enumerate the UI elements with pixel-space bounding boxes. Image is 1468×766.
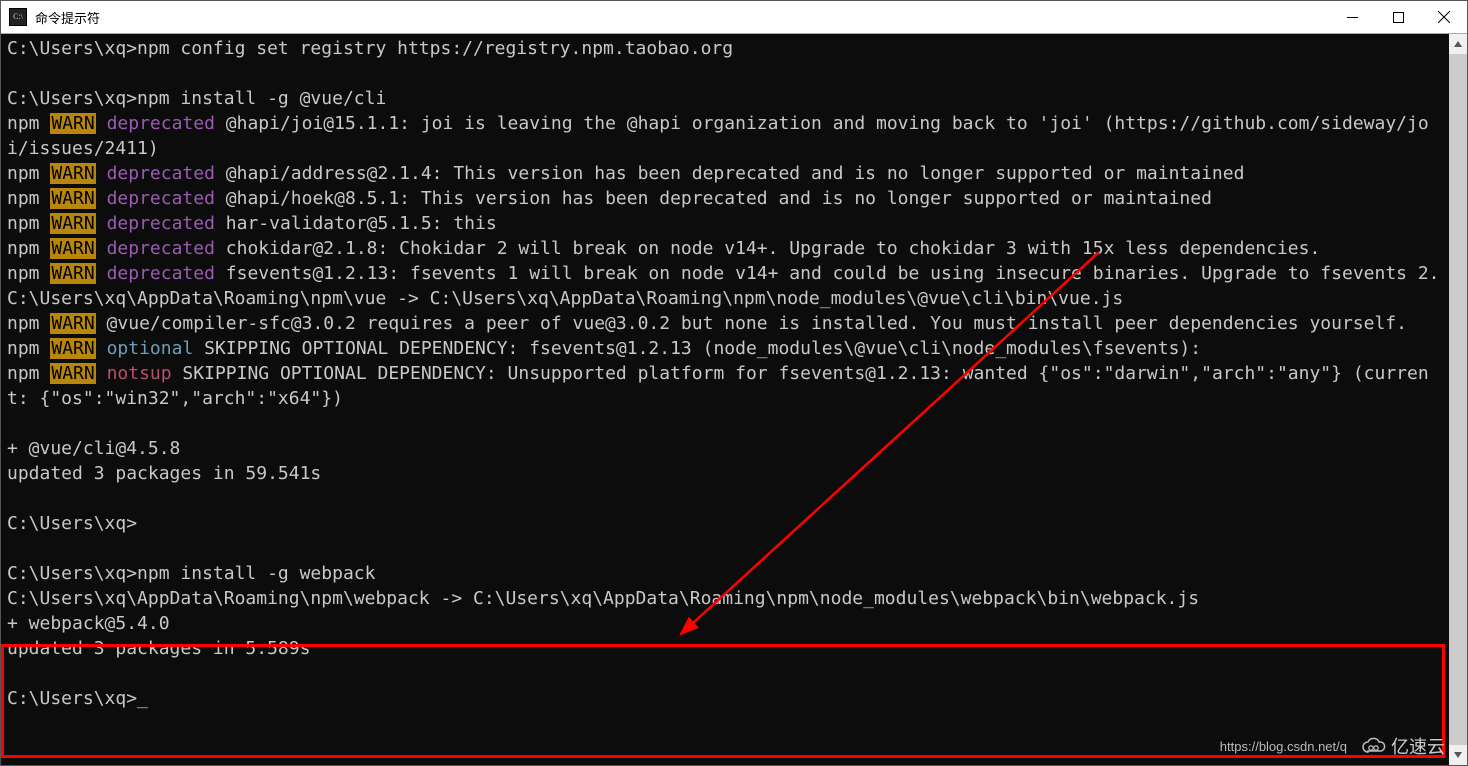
scroll-up-icon[interactable] [1449, 34, 1467, 54]
terminal-line: npm WARN optional SKIPPING OPTIONAL DEPE… [7, 336, 1445, 361]
terminal-line: updated 3 packages in 5.589s [7, 636, 1445, 661]
terminal-line: npm WARN deprecated har-validator@5.1.5:… [7, 211, 1445, 236]
terminal-line: updated 3 packages in 59.541s [7, 461, 1445, 486]
terminal-line: npm WARN deprecated chokidar@2.1.8: Chok… [7, 236, 1445, 261]
terminal-line: + webpack@5.4.0 [7, 611, 1445, 636]
terminal-area: C:\Users\xq>npm config set registry http… [1, 34, 1467, 765]
terminal-line: C:\Users\xq> [7, 511, 1445, 536]
terminal-line: C:\Users\xq\AppData\Roaming\npm\webpack … [7, 586, 1445, 611]
minimize-button[interactable] [1329, 1, 1375, 33]
terminal-line [7, 661, 1445, 686]
titlebar[interactable]: 命令提示符 [1, 1, 1467, 34]
terminal-line [7, 61, 1445, 86]
watermark-brand: 亿速云 [1361, 733, 1445, 759]
terminal-line: npm WARN deprecated @hapi/hoek@8.5.1: Th… [7, 186, 1445, 211]
maximize-button[interactable] [1375, 1, 1421, 33]
scroll-track[interactable] [1449, 54, 1467, 745]
cloud-icon [1361, 737, 1387, 755]
terminal-line: C:\Users\xq>_ [7, 686, 1445, 711]
terminal-line [7, 486, 1445, 511]
window-buttons [1329, 1, 1467, 33]
terminal-line [7, 536, 1445, 561]
scrollbar[interactable] [1449, 34, 1467, 765]
scroll-thumb[interactable] [1449, 54, 1467, 745]
terminal-line: C:\Users\xq>npm install -g @vue/cli [7, 86, 1445, 111]
terminal-line: npm WARN deprecated @hapi/joi@15.1.1: jo… [7, 111, 1445, 161]
scroll-down-icon[interactable] [1449, 745, 1467, 765]
watermark-url: https://blog.csdn.net/q [1220, 739, 1347, 754]
terminal-line: npm WARN @vue/compiler-sfc@3.0.2 require… [7, 311, 1445, 336]
terminal-line [7, 411, 1445, 436]
app-window: 命令提示符 C:\Users\xq>npm config set registr… [0, 0, 1468, 766]
window-title: 命令提示符 [35, 8, 100, 27]
terminal-line: C:\Users\xq>npm install -g webpack [7, 561, 1445, 586]
watermark: https://blog.csdn.net/q 亿速云 [1220, 733, 1445, 759]
terminal-line: + @vue/cli@4.5.8 [7, 436, 1445, 461]
terminal-line: npm WARN deprecated fsevents@1.2.13: fse… [7, 261, 1445, 286]
close-button[interactable] [1421, 1, 1467, 33]
terminal-line: npm WARN notsup SKIPPING OPTIONAL DEPEND… [7, 361, 1445, 411]
cmd-icon [9, 8, 27, 26]
terminal-output[interactable]: C:\Users\xq>npm config set registry http… [1, 34, 1449, 765]
terminal-line: npm WARN deprecated @hapi/address@2.1.4:… [7, 161, 1445, 186]
watermark-brand-text: 亿速云 [1391, 733, 1445, 759]
terminal-line: C:\Users\xq\AppData\Roaming\npm\vue -> C… [7, 286, 1445, 311]
terminal-line: C:\Users\xq>npm config set registry http… [7, 36, 1445, 61]
